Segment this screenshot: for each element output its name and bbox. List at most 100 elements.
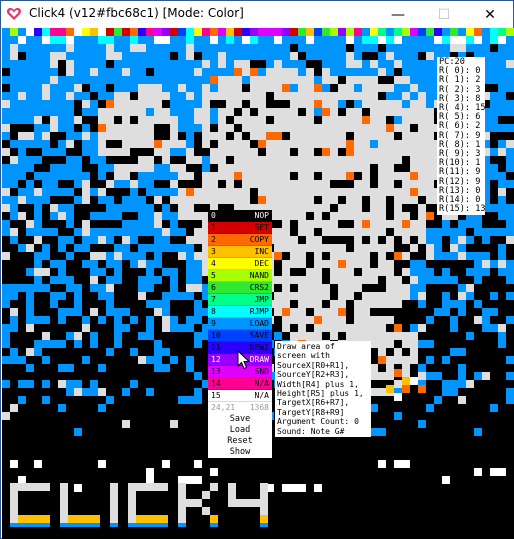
pixel — [26, 140, 34, 148]
pixel — [426, 76, 434, 84]
title-bar[interactable]: Click4 (v12#fbc68c1) [Mode: Color] — ☐ ✕ — [1, 1, 513, 28]
pixel — [338, 36, 346, 44]
pixel — [290, 92, 298, 100]
pixel — [450, 28, 458, 36]
pixel — [378, 460, 386, 468]
pixel — [106, 180, 114, 188]
pixel — [130, 140, 138, 148]
pixel — [2, 116, 10, 124]
pixel — [106, 284, 114, 292]
pixel — [18, 60, 26, 68]
pixel — [26, 348, 34, 356]
pixel — [66, 164, 74, 172]
pixel — [250, 84, 258, 92]
opcode-item-load[interactable]: 9 LOAD — [208, 318, 272, 330]
logo-block — [152, 483, 160, 491]
pixel — [50, 292, 58, 300]
pixel — [202, 52, 210, 60]
opcode-item-na[interactable]: 15 N/A — [208, 390, 272, 402]
opcode-name: SAVE — [249, 331, 269, 340]
opcode-item-inc[interactable]: 3 INC — [208, 246, 272, 258]
pixel — [274, 60, 282, 68]
logo-block — [84, 523, 92, 527]
pixel — [122, 36, 130, 44]
pixel — [418, 212, 426, 220]
pixel — [74, 484, 82, 492]
pixel — [2, 132, 10, 140]
opcode-item-nand[interactable]: 5 NAND — [208, 270, 272, 282]
pixel — [490, 324, 498, 332]
pixel — [362, 116, 370, 124]
pixel — [146, 84, 154, 92]
opcode-item-rjmp[interactable]: 8 RJMP — [208, 306, 272, 318]
show-button[interactable]: Show — [208, 447, 272, 458]
logo-block — [244, 499, 252, 507]
pixel — [242, 124, 250, 132]
pixel — [498, 340, 506, 348]
maximize-button[interactable]: ☐ — [421, 1, 467, 28]
pixel — [42, 28, 50, 36]
pixel — [322, 36, 330, 44]
pixel — [354, 316, 362, 324]
pixel — [242, 180, 250, 188]
pixel — [106, 212, 114, 220]
logo-block — [128, 515, 136, 523]
opcode-item-crs2[interactable]: 6 CRS2 — [208, 282, 272, 294]
pixel — [138, 60, 146, 68]
pixel — [506, 140, 514, 148]
pixel — [386, 364, 394, 372]
opcode-item-copy[interactable]: 2 COPY — [208, 234, 272, 246]
pixel — [418, 385, 426, 393]
opcode-item-nop[interactable]: 0 NOP — [208, 210, 272, 222]
pixel — [226, 36, 234, 44]
pixel — [378, 204, 386, 212]
pixel — [74, 172, 82, 180]
pixel — [90, 36, 98, 44]
pixel — [402, 220, 410, 228]
pixel — [298, 148, 306, 156]
pixel — [426, 252, 434, 260]
opcode-item-save[interactable]: 10 SAVE — [208, 330, 272, 342]
pixel — [346, 84, 354, 92]
pixel — [426, 372, 434, 380]
pixel — [266, 196, 274, 204]
pixel — [322, 108, 330, 116]
pixel — [490, 292, 498, 300]
pixel — [362, 140, 370, 148]
pixel — [410, 188, 418, 196]
reset-button[interactable]: Reset — [208, 436, 272, 447]
pixel — [162, 140, 170, 148]
pixel — [298, 44, 306, 52]
opcode-item-jmp[interactable]: 7 JMP — [208, 294, 272, 306]
pixel — [338, 212, 346, 220]
pixel — [138, 164, 146, 172]
pixel — [394, 172, 402, 180]
pixel — [346, 52, 354, 60]
pixel — [370, 60, 378, 68]
load-button[interactable]: Load — [208, 425, 272, 436]
pixel — [386, 300, 394, 308]
minimize-button[interactable]: — — [375, 1, 421, 28]
pixel — [282, 44, 290, 52]
pixel — [370, 324, 378, 332]
pixel — [138, 68, 146, 76]
pixel — [498, 196, 506, 204]
pixel — [58, 236, 66, 244]
pixel — [482, 252, 490, 260]
pixel — [250, 148, 258, 156]
opcode-item-na[interactable]: 14 N/A — [208, 378, 272, 390]
pixel — [346, 116, 354, 124]
pixel — [378, 196, 386, 204]
pixel — [346, 196, 354, 204]
close-button[interactable]: ✕ — [467, 1, 513, 28]
pixel — [394, 393, 402, 401]
pixel — [162, 364, 170, 372]
pixel — [58, 124, 66, 132]
pixel — [498, 332, 506, 340]
pixel — [194, 196, 202, 204]
pixel — [418, 284, 426, 292]
opcode-item-set[interactable]: 1 SET — [208, 222, 272, 234]
pixel — [490, 148, 498, 156]
opcode-item-dec[interactable]: 4 DEC — [208, 258, 272, 270]
save-button[interactable]: Save — [208, 414, 272, 425]
